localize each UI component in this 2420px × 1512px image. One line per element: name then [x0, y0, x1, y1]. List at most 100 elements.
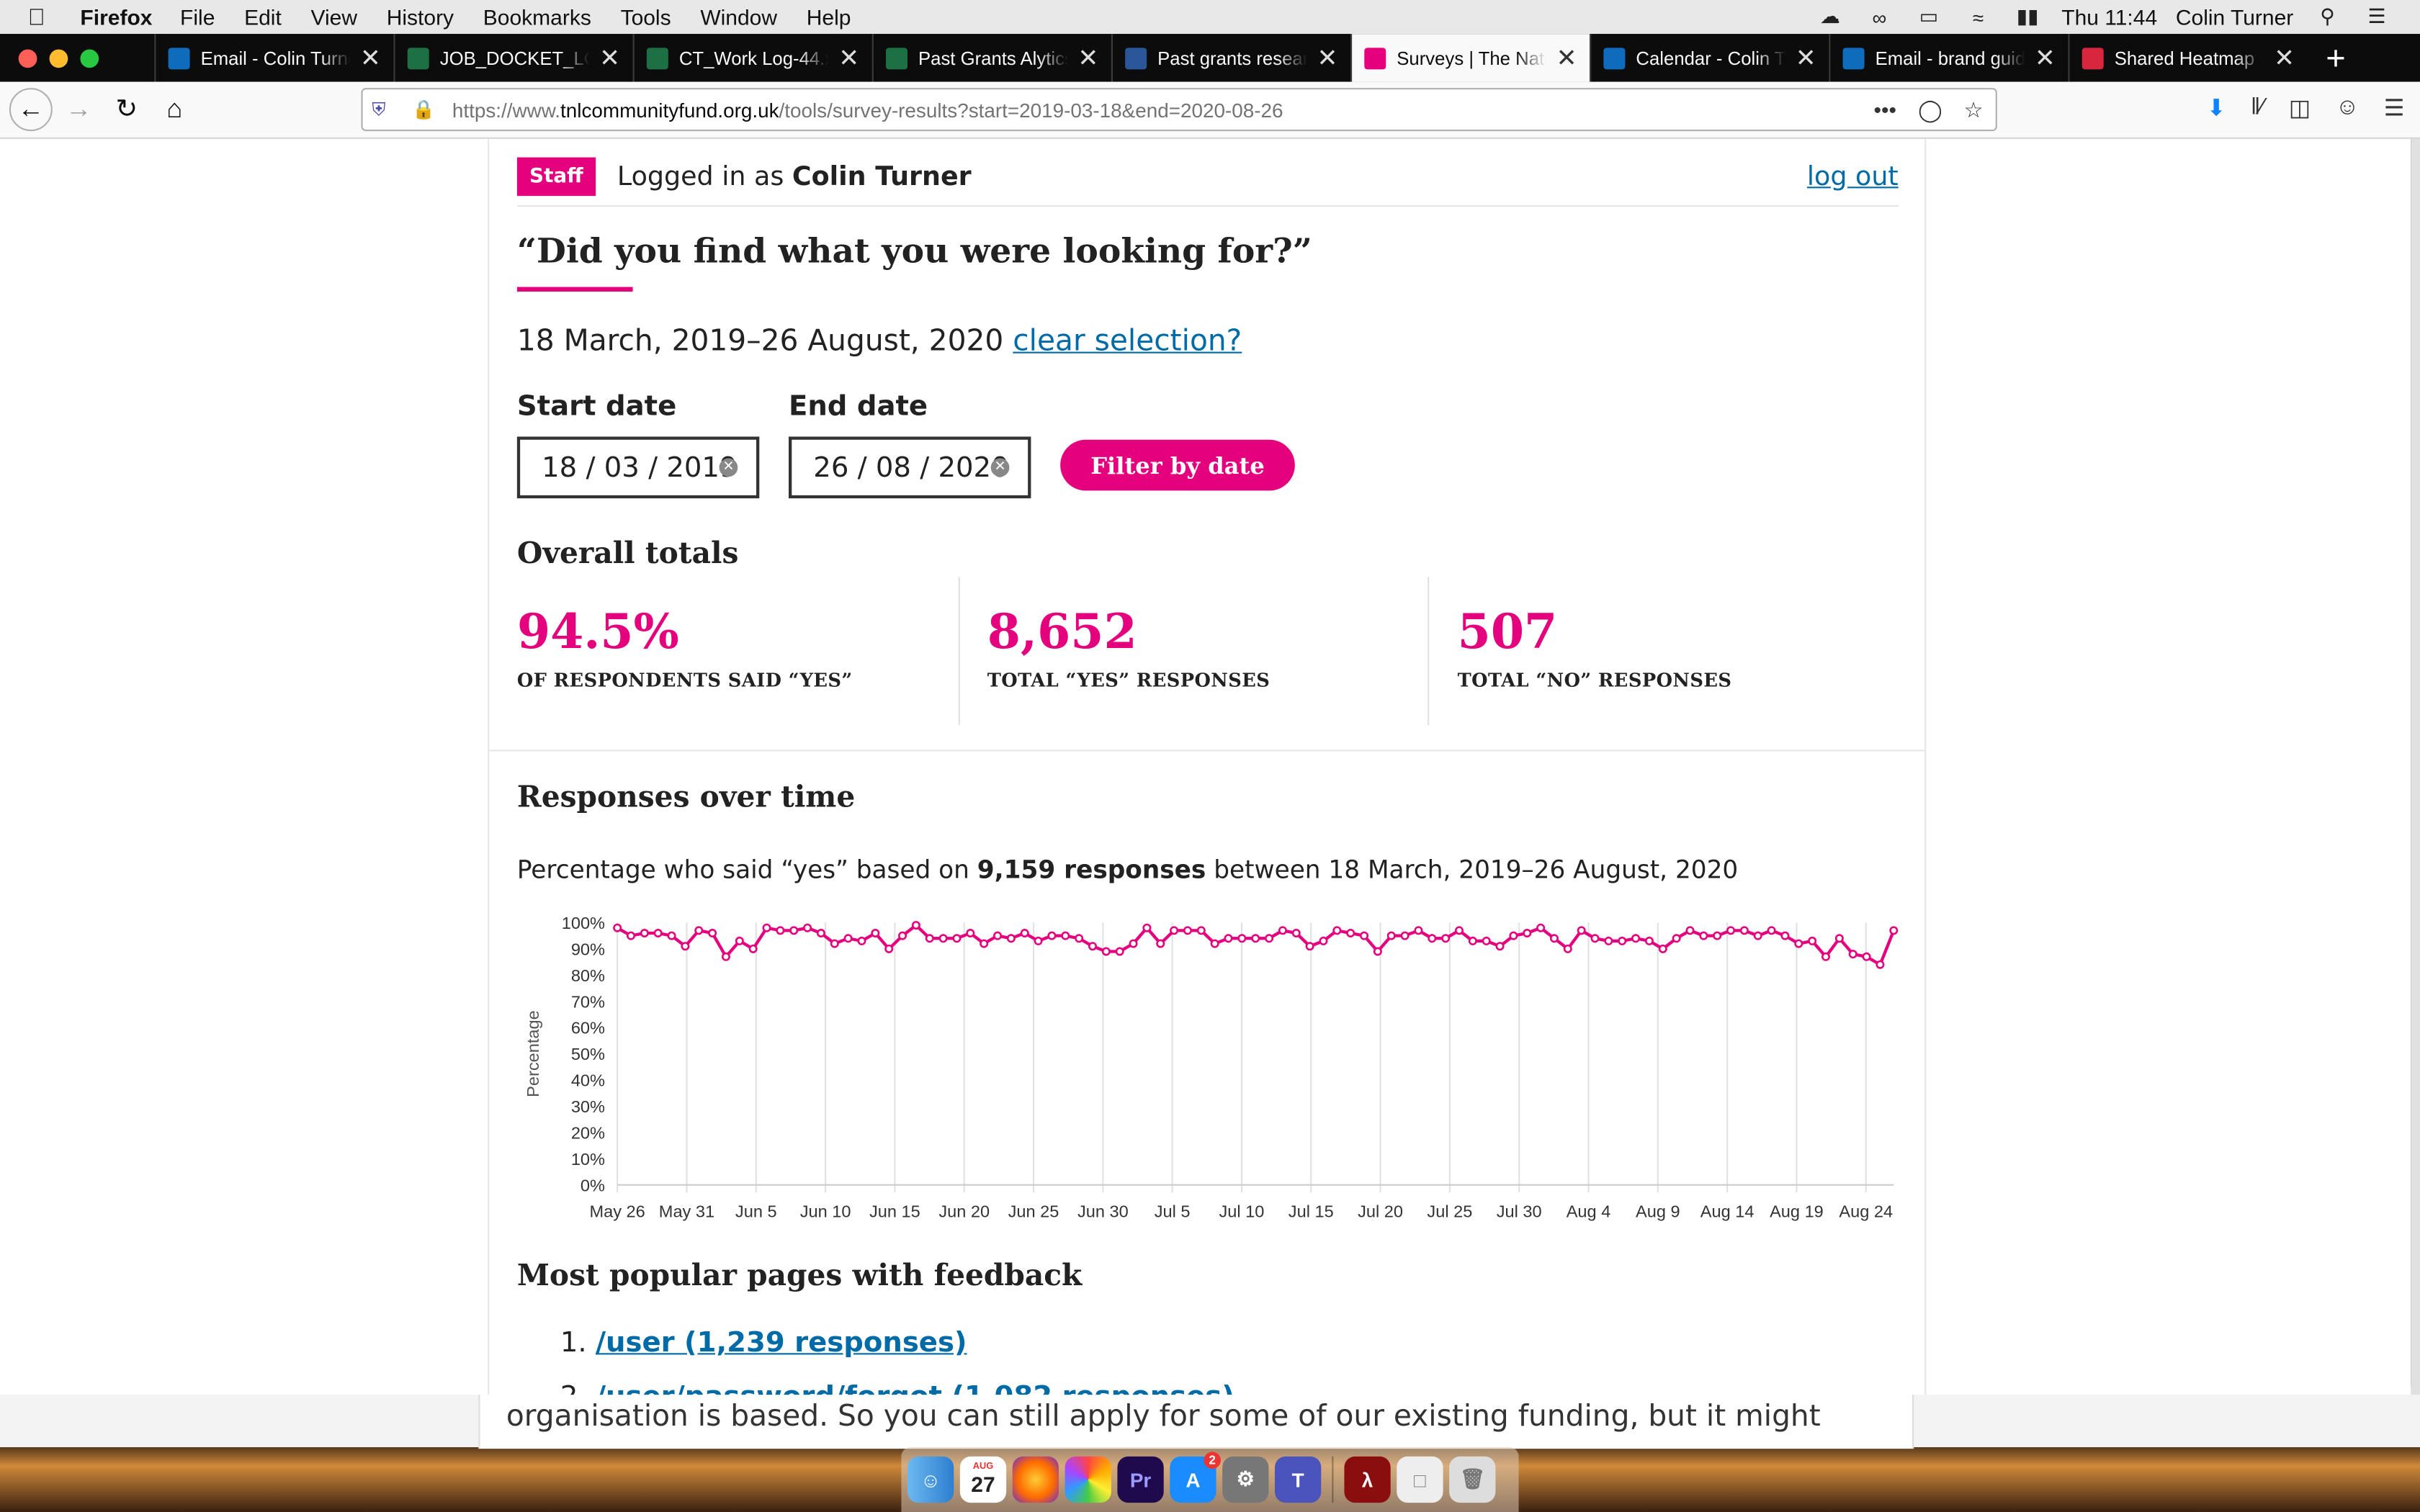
- menu-history[interactable]: History: [387, 4, 454, 29]
- airplay-icon[interactable]: ▭: [1914, 4, 1945, 27]
- url-text[interactable]: https://www.tnlcommunityfund.org.uk/tool…: [452, 98, 1283, 121]
- bookmark-star-icon[interactable]: ☆: [1964, 96, 1984, 122]
- filter-by-date-button[interactable]: Filter by date: [1060, 439, 1295, 491]
- notification-center-icon[interactable]: ☰: [2362, 4, 2393, 27]
- reload-button[interactable]: ↻: [105, 88, 148, 131]
- apple-icon[interactable]: : [28, 4, 59, 30]
- clear-start-date-icon[interactable]: ✕: [719, 458, 738, 477]
- downloads-icon[interactable]: ⬇: [2207, 94, 2226, 122]
- account-icon[interactable]: ☺: [2336, 94, 2360, 122]
- stat-value: 94.5%: [516, 605, 679, 661]
- overall-totals-heading: Overall totals: [516, 536, 739, 571]
- data-point: [1170, 926, 1179, 935]
- app-store-icon[interactable]: A2: [1170, 1452, 1221, 1503]
- browser-tab[interactable]: CT_Work Log-44.xls ✕: [632, 34, 872, 82]
- spotlight-search-icon[interactable]: ⚲: [2312, 4, 2343, 27]
- start-date-input[interactable]: 18 / 03 / 2019 ✕: [516, 436, 760, 499]
- page-actions-icon[interactable]: •••: [1874, 96, 1897, 122]
- documents-folder-icon[interactable]: □: [1397, 1456, 1443, 1503]
- wifi-icon[interactable]: ≈: [1963, 6, 1994, 29]
- close-tab-icon[interactable]: ✕: [359, 42, 381, 73]
- clear-end-date-icon[interactable]: ✕: [990, 458, 1010, 477]
- back-button[interactable]: ←: [9, 88, 53, 132]
- home-button[interactable]: ⌂: [153, 88, 196, 131]
- hamburger-menu-icon[interactable]: ☰: [2384, 94, 2405, 122]
- browser-tab[interactable]: JOB_DOCKET_LOG3 ✕: [393, 34, 632, 82]
- system-preferences-icon[interactable]: ⚙: [1222, 1456, 1269, 1503]
- start-date-label: Start date: [516, 390, 677, 423]
- close-tab-icon[interactable]: ✕: [1077, 42, 1099, 73]
- menu-help[interactable]: Help: [807, 4, 851, 29]
- browser-tab[interactable]: Shared Heatmap ✕: [2068, 34, 2307, 82]
- data-point: [1265, 934, 1274, 943]
- menu-file[interactable]: File: [180, 4, 215, 29]
- menu-view[interactable]: View: [311, 4, 357, 29]
- minimize-window-button[interactable]: [49, 48, 68, 68]
- data-point: [776, 926, 785, 935]
- data-point: [1291, 928, 1301, 937]
- x-tick-label: Aug 14: [1700, 1202, 1754, 1221]
- end-date-input[interactable]: 26 / 08 / 2020 ✕: [789, 436, 1031, 499]
- browser-tab[interactable]: Email - brand guidan ✕: [1829, 34, 2068, 82]
- close-tab-icon[interactable]: ✕: [2034, 42, 2056, 73]
- new-tab-button[interactable]: +: [2326, 38, 2346, 78]
- close-tab-icon[interactable]: ✕: [599, 42, 620, 73]
- data-point: [1373, 947, 1382, 956]
- calendar-icon: [1603, 47, 1626, 69]
- cloud-icon[interactable]: ☁: [1814, 4, 1845, 27]
- data-point: [871, 928, 880, 937]
- data-point: [1319, 936, 1328, 945]
- trash-icon[interactable]: 🗑: [1449, 1456, 1496, 1503]
- browser-tab[interactable]: Past Grants Alytics F ✕: [871, 34, 1111, 82]
- menu-bookmarks[interactable]: Bookmarks: [483, 4, 591, 29]
- calendar-icon[interactable]: AUG 27: [959, 1456, 1007, 1503]
- pocket-icon[interactable]: ◯: [1918, 96, 1942, 122]
- data-point: [1753, 931, 1762, 940]
- data-point: [1808, 936, 1817, 945]
- browser-tab[interactable]: Past grants research ✕: [1111, 34, 1350, 82]
- forward-button[interactable]: →: [57, 88, 100, 131]
- data-point: [1644, 936, 1654, 945]
- firefox-icon[interactable]: [1012, 1456, 1059, 1503]
- lock-icon[interactable]: 🔒: [412, 99, 440, 120]
- library-icon[interactable]: ‖⁄: [2251, 94, 2264, 122]
- acrobat-icon[interactable]: λ: [1344, 1456, 1391, 1503]
- close-tab-icon[interactable]: ✕: [2273, 42, 2295, 73]
- stat-label: OF RESPONDENTS SAID “YES”: [516, 670, 853, 691]
- logout-link[interactable]: log out: [1807, 161, 1899, 192]
- data-point: [1115, 947, 1124, 956]
- popular-page-link[interactable]: /user (1,239 responses): [596, 1327, 967, 1359]
- popular-page-link[interactable]: /user/password/forgot (1,082 responses): [596, 1381, 1234, 1395]
- url-bar[interactable]: ⛨ 🔒 https://www.tnlcommunityfund.org.uk/…: [361, 88, 1997, 132]
- battery-icon[interactable]: ▮▮: [2012, 4, 2043, 27]
- premiere-pro-icon[interactable]: Pr: [1117, 1456, 1164, 1503]
- clock[interactable]: Thu 11:44: [2061, 4, 2157, 29]
- browser-tab[interactable]: Calendar - Colin Tur ✕: [1590, 34, 1829, 82]
- finder-icon[interactable]: ☺: [908, 1456, 954, 1503]
- data-point: [1196, 926, 1206, 935]
- y-tick-label: 90%: [571, 940, 605, 958]
- tracking-protection-icon[interactable]: ⛨: [372, 98, 403, 121]
- close-tab-icon[interactable]: ✕: [838, 42, 860, 73]
- data-point: [1699, 931, 1708, 940]
- data-point: [830, 939, 839, 948]
- photos-icon[interactable]: [1065, 1456, 1111, 1503]
- menubar-user[interactable]: Colin Turner: [2176, 4, 2293, 29]
- teams-icon[interactable]: T: [1275, 1456, 1322, 1503]
- app-name[interactable]: Firefox: [80, 4, 152, 29]
- creative-cloud-icon[interactable]: ∞: [1864, 6, 1895, 29]
- clear-selection-link[interactable]: clear selection?: [1013, 324, 1242, 358]
- menu-window[interactable]: Window: [700, 4, 777, 29]
- browser-tab[interactable]: Email - Colin Turner ✕: [154, 34, 393, 82]
- zoom-window-button[interactable]: [80, 48, 99, 68]
- menu-tools[interactable]: Tools: [621, 4, 671, 29]
- close-tab-icon[interactable]: ✕: [1556, 42, 1577, 73]
- close-window-button[interactable]: [18, 48, 37, 68]
- browser-tab[interactable]: Surveys | The Nation ✕: [1350, 34, 1590, 82]
- sidebar-icon[interactable]: ◫: [2289, 94, 2311, 122]
- close-tab-icon[interactable]: ✕: [1795, 42, 1816, 73]
- close-tab-icon[interactable]: ✕: [1317, 42, 1338, 73]
- data-point: [857, 936, 866, 945]
- responses-over-time-heading: Responses over time: [516, 780, 856, 815]
- menu-edit[interactable]: Edit: [244, 4, 282, 29]
